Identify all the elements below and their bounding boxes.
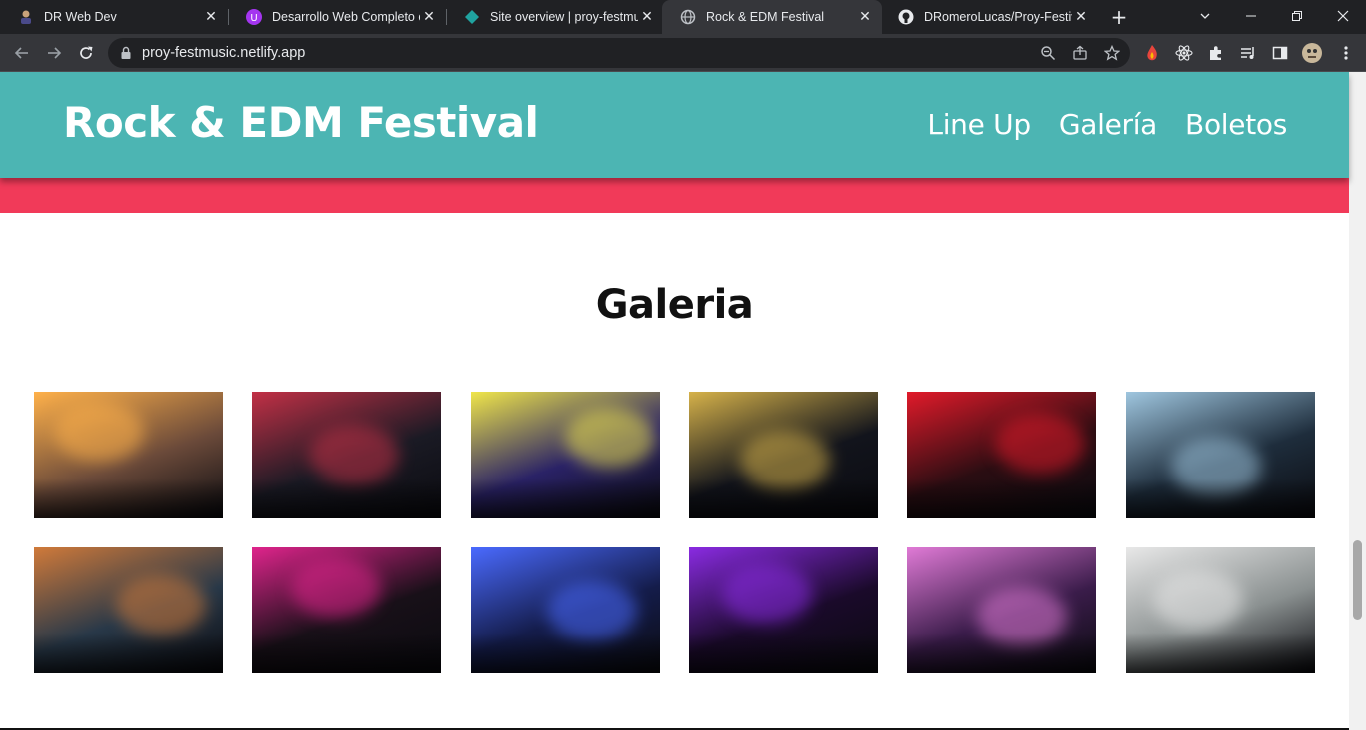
netlify-favicon-icon [464,9,480,25]
tab-strip: DR Web Dev ✕ U Desarrollo Web Completo c… [0,0,1366,34]
tab-site-overview[interactable]: Site overview | proy-festmusi ✕ [446,0,664,34]
react-devtools-icon[interactable] [1174,43,1194,63]
crowd-silhouette [471,478,660,518]
profile-avatar-icon[interactable] [1302,43,1322,63]
stage-light [54,402,144,462]
crowd-silhouette [471,633,660,673]
bookmark-star-icon[interactable] [1104,45,1120,61]
page-scrollbar[interactable] [1349,72,1366,730]
stage-light [309,425,399,485]
gallery-heading: Galeria [595,282,754,328]
minimize-button[interactable] [1228,0,1274,32]
stage-light [565,408,655,468]
back-arrow-icon[interactable] [7,38,37,68]
dj-laptop-photo[interactable] [252,547,441,673]
hero-band [0,178,1349,213]
url-text: proy-festmusic.netlify.app [142,45,306,61]
lock-icon[interactable] [120,46,134,60]
reload-icon[interactable] [71,38,101,68]
female-dj-photo[interactable] [1126,392,1315,518]
close-tab-icon[interactable]: ✕ [638,8,656,26]
stage-light [547,581,637,641]
avatar-favicon-icon [18,9,34,25]
side-panel-icon[interactable] [1270,43,1290,63]
svg-text:U: U [250,13,257,24]
close-window-button[interactable] [1320,0,1366,32]
crowd-silhouette [1126,478,1315,518]
new-tab-button[interactable]: + [1106,5,1132,29]
tab-title: DRomeroLucas/Proy-Festival [924,10,1072,24]
stage-light [1153,570,1243,630]
stage-light [116,575,206,635]
media-playlist-icon[interactable] [1238,43,1258,63]
crowd-silhouette [689,478,878,518]
crowd-silhouette [907,633,1096,673]
crowd-silhouette [907,478,1096,518]
browser-toolbar: proy-festmusic.netlify.app [0,34,1366,72]
tab-title: Desarrollo Web Completo co [272,10,420,24]
nav-line-up-link[interactable]: Line Up [927,108,1031,141]
tab-dr-web-dev[interactable]: DR Web Dev ✕ [0,0,228,34]
rock-singer-photo[interactable] [252,392,441,518]
close-tab-icon[interactable]: ✕ [1072,8,1090,26]
stage-light [722,564,812,624]
dj-controller-purple-photo[interactable] [689,547,878,673]
extensions-puzzle-icon[interactable] [1206,43,1226,63]
scrollbar-thumb[interactable] [1353,540,1362,620]
crowd-silhouette [34,633,223,673]
stage-light [995,414,1085,474]
nav-galeria-link[interactable]: Galería [1059,108,1158,141]
tab-desarrollo-web[interactable]: U Desarrollo Web Completo co ✕ [228,0,446,34]
dj-mixer-blue-photo[interactable] [471,547,660,673]
zoom-icon[interactable] [1040,45,1056,61]
globe-favicon-icon [680,9,696,25]
tab-github-repo[interactable]: DRomeroLucas/Proy-Festival ✕ [880,0,1098,34]
page-viewport: Rock & EDM Festival Line Up Galería Bole… [0,72,1366,730]
crowd-silhouette [252,478,441,518]
address-bar[interactable]: proy-festmusic.netlify.app [108,38,1130,68]
tab-title: Site overview | proy-festmusi [490,10,638,24]
menu-kebab-icon[interactable] [1336,43,1356,63]
tab-rock-edm-festival[interactable]: Rock & EDM Festival ✕ [662,0,882,34]
share-icon[interactable] [1072,45,1088,61]
dj-turntables-photo[interactable] [689,392,878,518]
tab-search-chevron-down-icon[interactable] [1182,0,1228,32]
singers-stage-photo[interactable] [907,547,1096,673]
guitarist-singer-photo[interactable] [907,392,1096,518]
udemy-favicon-icon: U [246,9,262,25]
site-title[interactable]: Rock & EDM Festival [63,98,539,147]
restore-button[interactable] [1274,0,1320,32]
github-favicon-icon [898,9,914,25]
close-tab-icon[interactable]: ✕ [856,8,874,26]
smoke-performer-photo[interactable] [1126,547,1315,673]
guitarists-closeup-photo[interactable] [34,547,223,673]
close-tab-icon[interactable]: ✕ [202,8,220,26]
nav-boletos-link[interactable]: Boletos [1185,108,1287,141]
extension-fire-icon[interactable] [1142,43,1162,63]
crowd-silhouette [1126,633,1315,673]
edm-crowd-photo[interactable] [471,392,660,518]
forward-arrow-icon[interactable] [39,38,69,68]
tab-title: DR Web Dev [44,10,117,24]
crowd-silhouette [34,478,223,518]
site-header: Rock & EDM Festival Line Up Galería Bole… [0,72,1349,178]
crowd-silhouette [689,633,878,673]
stage-light [291,558,381,618]
main-nav: Line Up Galería Boletos [927,108,1287,141]
crowd-concert-photo[interactable] [34,392,223,518]
crowd-silhouette [252,633,441,673]
close-tab-icon[interactable]: ✕ [420,8,438,26]
tab-title: Rock & EDM Festival [706,10,825,24]
